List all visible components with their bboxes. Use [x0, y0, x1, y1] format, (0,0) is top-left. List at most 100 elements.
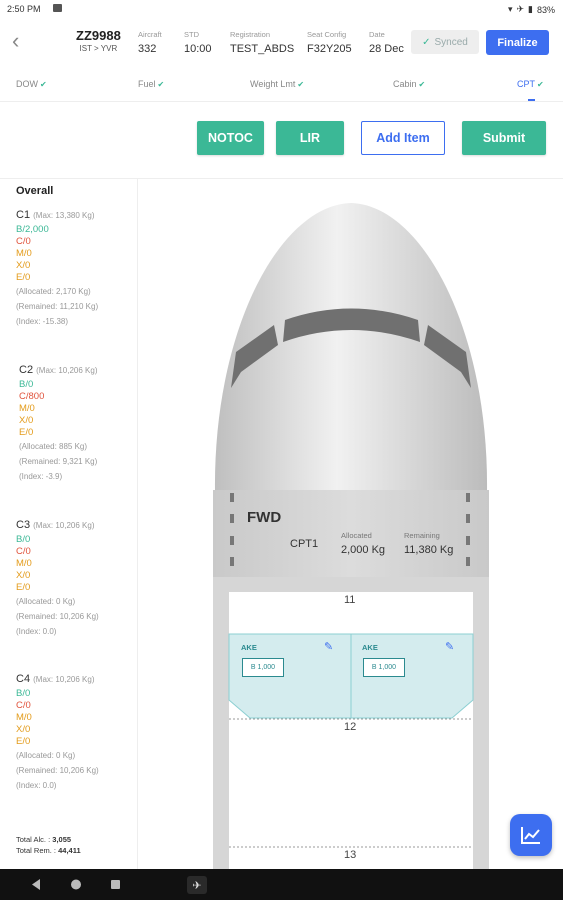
tab-dow[interactable]: DOW ✔ — [16, 79, 47, 89]
door-mark — [466, 536, 470, 545]
check-icon: ✔ — [297, 79, 305, 89]
aircraft-column: Aircraft 332 — [138, 30, 162, 55]
compartment-c1: C1 (Max: 13,380 Kg) B/2,000 C/0 M/0 X/0 … — [16, 209, 98, 329]
load-m: M/0 — [16, 712, 32, 723]
tab-fuel[interactable]: Fuel ✔ — [138, 79, 164, 89]
door-mark — [466, 493, 470, 502]
tab-weight-limit[interactable]: Weight Lmt ✔ — [250, 79, 304, 89]
uld-weight-tag: B 1,000 — [242, 658, 284, 677]
tab-dow-label: DOW — [16, 79, 38, 89]
date-value: 28 Dec — [369, 43, 404, 55]
compartment-max: (Max: 10,206 Kg) — [33, 521, 95, 530]
load-m: M/0 — [16, 248, 32, 259]
total-allocated-value: 3,055 — [52, 835, 72, 844]
door-mark — [230, 514, 234, 523]
home-icon[interactable] — [71, 879, 81, 890]
total-allocated: Total Alc. : 3,055 — [16, 834, 81, 845]
compartment-c2: C2 (Max: 10,206 Kg) B/0 C/800 M/0 X/0 E/… — [19, 364, 98, 484]
add-item-button[interactable]: Add Item — [361, 121, 445, 155]
check-icon: ✔ — [40, 79, 47, 89]
load-x: X/0 — [16, 724, 31, 735]
load-x: X/0 — [16, 570, 31, 581]
load-e: E/0 — [16, 736, 31, 747]
chart-button[interactable] — [510, 814, 552, 856]
tab-cabin-label: Cabin — [393, 79, 417, 89]
load-e: E/0 — [16, 582, 31, 593]
door-mark — [230, 557, 234, 566]
back-icon[interactable] — [32, 879, 40, 890]
compartment-name: C3 — [16, 519, 31, 531]
remained-value: (Remained: 10,206 Kg) — [16, 612, 99, 621]
compartment-summary-panel: Overall C1 (Max: 13,380 Kg) B/2,000 C/0 … — [0, 179, 138, 869]
compartment-c4: C4 (Max: 10,206 Kg) B/0 C/0 M/0 X/0 E/0 … — [16, 673, 99, 793]
compartment-header: C2 (Max: 10,206 Kg) — [19, 364, 98, 376]
edit-icon[interactable]: ✎ — [324, 640, 333, 653]
registration-column: Registration TEST_ABDS — [230, 30, 294, 55]
overall-title: Overall — [16, 185, 54, 197]
check-icon: ✓ — [422, 36, 431, 48]
flight-number: ZZ9988 — [76, 28, 121, 43]
tab-fuel-label: Fuel — [138, 79, 156, 89]
status-icons: ▾ ✈ ▮ 83% — [508, 4, 555, 15]
flight-info: ZZ9988 IST > YVR — [76, 28, 121, 53]
compartment-c3: C3 (Max: 10,206 Kg) B/0 C/0 M/0 X/0 E/0 … — [16, 519, 99, 639]
finalize-button[interactable]: Finalize — [486, 30, 549, 55]
lir-button[interactable]: LIR — [276, 121, 344, 155]
index-value: (Index: -3.9) — [19, 472, 63, 481]
load-x: X/0 — [19, 415, 34, 426]
allocated-value: (Allocated: 2,170 Kg) — [16, 287, 91, 296]
load-b: B/2,000 — [16, 224, 49, 235]
index-value: (Index: 0.0) — [16, 627, 57, 636]
submit-button[interactable]: Submit — [462, 121, 546, 155]
uld-type: AKE — [241, 643, 257, 652]
remained-value: (Remained: 11,210 Kg) — [16, 302, 99, 311]
airplane-mode-icon: ✈ — [516, 4, 525, 14]
door-mark — [466, 557, 470, 566]
load-c: C/0 — [16, 236, 31, 247]
index-value: (Index: -15.38) — [16, 317, 69, 326]
date-column: Date 28 Dec — [369, 30, 404, 55]
tab-cpt-label: CPT — [517, 79, 535, 89]
compartment-label: CPT1 — [290, 538, 319, 550]
aircraft-value: 332 — [138, 43, 157, 55]
total-remaining-label: Total Rem. : — [16, 846, 57, 855]
load-e: E/0 — [16, 272, 31, 283]
compartment-max: (Max: 10,206 Kg) — [36, 366, 98, 375]
load-c: C/800 — [19, 391, 45, 402]
door-mark — [230, 493, 234, 502]
remained-value: (Remained: 9,321 Kg) — [19, 457, 98, 466]
recents-icon[interactable] — [111, 880, 120, 889]
position-number: 13 — [344, 849, 357, 861]
system-navigation-bar: ✈ — [0, 869, 563, 900]
totals: Total Alc. : 3,055 Total Rem. : 44,411 — [16, 834, 81, 856]
compartment-name: C4 — [16, 673, 31, 685]
app-switch-icon[interactable]: ✈ — [187, 876, 207, 894]
check-icon: ✔ — [418, 79, 426, 89]
flight-route: IST > YVR — [79, 44, 118, 53]
compartment-max: (Max: 10,206 Kg) — [33, 675, 95, 684]
load-b: B/0 — [19, 379, 34, 390]
std-column: STD 10:00 — [184, 30, 212, 55]
tab-bar: DOW ✔ Fuel ✔ Weight Lmt ✔ Cabin ✔ CPT ✔ — [0, 68, 563, 102]
load-b: B/0 — [16, 688, 31, 699]
load-c: C/0 — [16, 546, 31, 557]
edit-icon[interactable]: ✎ — [445, 640, 454, 653]
check-icon: ✔ — [537, 79, 544, 89]
back-arrow-icon[interactable]: ‹ — [12, 30, 32, 52]
load-m: M/0 — [16, 558, 32, 569]
registration-value: TEST_ABDS — [230, 43, 295, 55]
load-x: X/0 — [16, 260, 31, 271]
remaining-value: 11,380 Kg — [404, 544, 454, 556]
notoc-button[interactable]: NOTOC — [197, 121, 264, 155]
remained-value: (Remained: 10,206 Kg) — [16, 766, 99, 775]
check-icon: ✔ — [157, 79, 165, 89]
allocated-value: (Allocated: 0 Kg) — [16, 597, 76, 606]
load-m: M/0 — [19, 403, 35, 414]
active-tab-indicator — [528, 99, 535, 101]
position-number: 12 — [344, 721, 357, 733]
tab-cpt[interactable]: CPT ✔ — [517, 79, 544, 89]
compartment-name: C2 — [19, 364, 34, 376]
tab-cabin[interactable]: Cabin ✔ — [393, 79, 425, 89]
remaining-label: Remaining — [404, 531, 440, 540]
chart-icon — [521, 827, 540, 844]
